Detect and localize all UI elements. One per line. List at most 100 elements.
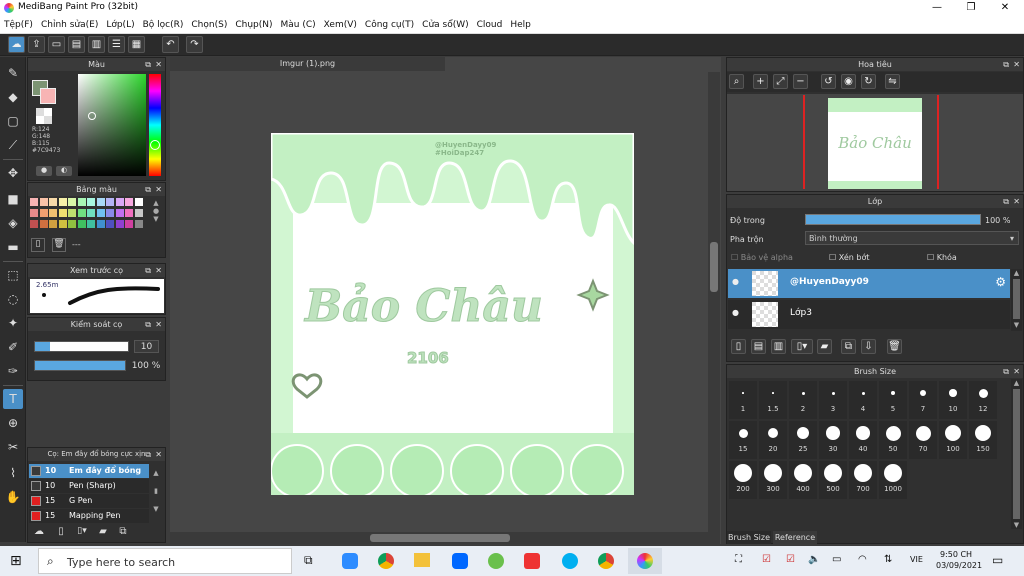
bucket-tool-icon[interactable]: ◈ [3, 213, 23, 233]
brush-size-option[interactable]: 12 [969, 381, 997, 419]
brush-menu-icon[interactable]: ▯▾ [72, 526, 92, 540]
palette-swatch[interactable] [87, 198, 95, 206]
brush-size-option[interactable]: 5 [879, 381, 907, 419]
lasso-tool-icon[interactable]: ◌ [3, 289, 23, 309]
zoom-out-icon[interactable]: − [793, 74, 808, 89]
layer-visibility-icon[interactable]: ● [732, 308, 739, 317]
delete-palette-icon[interactable]: 🗑 [52, 238, 66, 252]
people-icon[interactable]: ⛶ [735, 554, 742, 565]
cloud-brush-icon[interactable]: ☁ [32, 526, 46, 540]
palette-swatch[interactable] [49, 198, 57, 206]
palette-swatch[interactable] [125, 220, 133, 228]
undo-icon[interactable]: ↶ [162, 36, 179, 53]
brush-size-option[interactable]: 15 [729, 421, 757, 459]
menu-item[interactable]: Xem(V) [320, 16, 361, 34]
palette-swatch[interactable] [30, 220, 38, 228]
palette-swatch[interactable] [30, 198, 38, 206]
brush-list-item[interactable]: 15 G Pen [29, 494, 149, 508]
brush-size-option[interactable]: 70 [909, 421, 937, 459]
document-tab[interactable]: Imgur (1).png [170, 57, 445, 71]
palette-swatch[interactable] [58, 198, 67, 206]
close-icon[interactable]: ✕ [155, 183, 162, 196]
palette-swatch[interactable] [106, 220, 114, 228]
brush-size-option[interactable]: 50 [879, 421, 907, 459]
eyedropper-icon[interactable]: ⌇ [3, 463, 23, 483]
layer-opacity-slider[interactable] [805, 214, 981, 225]
divide-tool-icon[interactable]: ✂ [3, 437, 23, 457]
palette-swatch[interactable] [115, 198, 124, 206]
palette-swatch[interactable] [39, 220, 48, 228]
redo-icon[interactable]: ↷ [186, 36, 203, 53]
duplicate-icon[interactable]: ⧉ [116, 526, 130, 540]
close-icon[interactable]: ✕ [1013, 58, 1020, 71]
brush-size-option[interactable]: 400 [789, 461, 817, 499]
network-icon[interactable]: ⇅ [884, 554, 892, 565]
palette-swatch[interactable] [125, 209, 133, 217]
palette-swatch[interactable] [77, 198, 86, 206]
brush-size-slider[interactable] [34, 341, 129, 352]
select-rect-icon[interactable]: ⬚ [3, 265, 23, 285]
brush-size-option[interactable]: 150 [969, 421, 997, 459]
zoom-app-icon[interactable] [342, 553, 358, 569]
menu-item[interactable]: Chỉnh sửa(E) [37, 16, 102, 34]
palette-swatch[interactable] [58, 220, 67, 228]
new-layer-icon[interactable]: ▯ [731, 339, 746, 354]
file-explorer-icon[interactable] [414, 553, 430, 567]
select-pen-icon[interactable]: ✐ [3, 337, 23, 357]
menu-item[interactable]: Lớp(L) [102, 16, 138, 34]
close-icon[interactable]: ✕ [155, 448, 162, 461]
palette-swatch[interactable] [96, 209, 105, 217]
menu-item[interactable]: Màu (C) [277, 16, 320, 34]
canvas-hscroll[interactable] [170, 532, 708, 544]
brush-size-option[interactable]: 3 [819, 381, 847, 419]
brush-size-option[interactable]: 100 [939, 421, 967, 459]
clock[interactable]: 9:50 CH 03/09/2021 [936, 549, 982, 571]
menu-item[interactable]: Bộ lọc(R) [139, 16, 188, 34]
background-color-swatch[interactable] [40, 88, 56, 104]
menu-item[interactable]: Công cụ(T) [361, 16, 418, 34]
merge-layer-icon[interactable]: ⇩ [861, 339, 876, 354]
brush-size-option[interactable]: 200 [729, 461, 757, 499]
gradient-tool-icon[interactable]: ▬ [3, 237, 23, 257]
app-icon-red[interactable] [524, 553, 540, 569]
windows-start-icon[interactable]: ⊞ [10, 553, 22, 569]
palette-swatch[interactable] [134, 209, 143, 217]
palette-swatch[interactable] [30, 209, 38, 217]
palette-swatch[interactable] [49, 209, 57, 217]
hue-slider[interactable] [149, 74, 161, 176]
undock-icon[interactable]: ⧉ [145, 183, 151, 196]
palette-scrollbar[interactable]: ▲ ● ▼ [150, 199, 162, 233]
layer-folder-icon[interactable]: ▰ [817, 339, 832, 354]
color-picker-button[interactable]: ◐ [56, 166, 72, 176]
brush-size-option[interactable]: 30 [819, 421, 847, 459]
battery-icon[interactable]: ▭ [832, 554, 841, 565]
hand-tool-icon[interactable]: ✋ [3, 487, 23, 507]
rect-tool-icon[interactable]: ▢ [3, 111, 23, 131]
volume-icon[interactable]: 🔈 [808, 554, 820, 565]
palette-swatch[interactable] [77, 209, 86, 217]
cloud-icon[interactable]: ☁ [8, 36, 25, 53]
transparent-swatch[interactable] [36, 108, 52, 124]
lock-checkbox[interactable]: ☐ Khóa [927, 253, 957, 262]
line-tool-icon[interactable]: ⟋ [3, 135, 23, 155]
select-eraser-icon[interactable]: ✑ [3, 361, 23, 381]
rotate-left-icon[interactable]: ↺ [821, 74, 836, 89]
flip-icon[interactable]: ⇋ [885, 74, 900, 89]
tray-app-icon-2[interactable]: ☑ [786, 554, 795, 565]
palette-swatch[interactable] [77, 220, 86, 228]
share-icon[interactable]: ⇪ [28, 36, 45, 53]
palette-swatch[interactable] [134, 220, 143, 228]
rotate-right-icon[interactable]: ↻ [861, 74, 876, 89]
taskbar-search[interactable]: ⌕ Type here to search [38, 548, 292, 574]
palette-swatch[interactable] [68, 209, 76, 217]
color-mode-button[interactable]: ● [36, 166, 52, 176]
magic-wand-icon[interactable]: ✦ [3, 313, 23, 333]
saturation-value-picker[interactable] [78, 74, 146, 176]
undock-icon[interactable]: ⧉ [145, 318, 151, 331]
task-view-icon[interactable]: ⧉ [304, 553, 313, 568]
palette-swatch[interactable] [115, 220, 124, 228]
comment-icon[interactable]: ▭ [48, 36, 65, 53]
palette-swatch[interactable] [87, 220, 95, 228]
menu-item[interactable]: Help [506, 16, 535, 34]
message-icon[interactable]: ▤ [68, 36, 85, 53]
